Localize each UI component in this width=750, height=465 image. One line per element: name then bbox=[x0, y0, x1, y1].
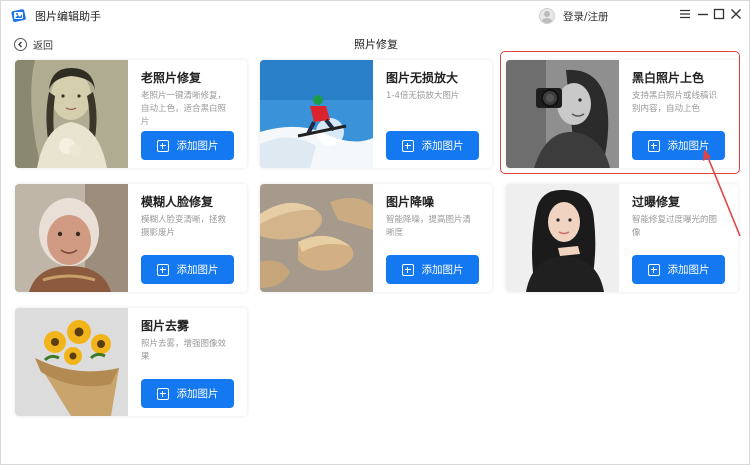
app-window: 图片编辑助手 登录/注册 返回 照片修复 老照片修复 老照片一键清晰修复，自动上… bbox=[0, 0, 750, 465]
annotation-arrow-icon bbox=[703, 149, 741, 237]
